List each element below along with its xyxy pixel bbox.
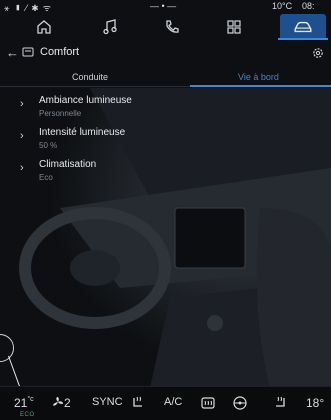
tab-vie-a-bord[interactable]: Vie à bord (238, 72, 279, 82)
page-header: ← Comfort (0, 42, 331, 64)
tab-active-indicator (190, 85, 331, 87)
list-item-title: Climatisation (39, 159, 97, 170)
nav-music[interactable] (94, 14, 126, 40)
eco-indicator: ECO (20, 412, 35, 418)
back-button[interactable]: ← (6, 45, 19, 60)
list-item-title: Ambiance lumineuse (39, 95, 132, 106)
nav-phone[interactable] (156, 14, 188, 40)
home-icon (37, 20, 51, 34)
nav-car[interactable] (280, 14, 326, 40)
chevron-right-icon: › (20, 162, 24, 174)
car-icon (294, 21, 312, 33)
list-item-value: Eco (39, 173, 53, 182)
status-center-indicator: — • — (150, 1, 177, 11)
music-icon (103, 19, 117, 35)
seat-icon (22, 47, 34, 57)
list-item-title: Intensité lumineuse (39, 127, 126, 138)
nav-active-indicator (278, 38, 328, 40)
rear-defrost-icon[interactable] (200, 395, 216, 411)
driver-temperature-unit: °c (27, 396, 34, 403)
driver-temperature[interactable]: 21°c (14, 396, 34, 410)
list-item-intensite[interactable]: › Intensité lumineuse 50 % (0, 124, 200, 156)
driver-temperature-value: 21 (14, 396, 28, 410)
top-navigation (0, 14, 331, 40)
apps-icon (227, 20, 241, 34)
chevron-right-icon: › (20, 98, 24, 110)
seat-heater-icon[interactable] (130, 395, 146, 411)
tab-conduite[interactable]: Conduite (72, 72, 108, 82)
nav-apps[interactable] (218, 14, 250, 40)
clock: 08: (302, 1, 315, 11)
chevron-right-icon: › (20, 130, 24, 142)
passenger-temperature[interactable]: 18° (306, 396, 324, 410)
list-item-value: Personnelle (39, 109, 82, 118)
gear-icon[interactable] (312, 47, 324, 59)
list-item-value: 50 % (39, 141, 58, 150)
status-icons: ⚹ ▮ ⁄ ✱ ᯤ (4, 3, 53, 13)
screen: ⚹ ▮ ⁄ ✱ ᯤ — • — 10°C 08: ← Comfort Condu… (0, 0, 331, 420)
list-item-climatisation[interactable]: › Climatisation Eco (0, 156, 200, 188)
nav-home[interactable] (28, 14, 60, 40)
climate-bar: 21°c ECO 2 SYNC A/C 18° (0, 386, 331, 420)
fan-speed-control[interactable]: 2 (52, 396, 71, 410)
status-bar: ⚹ ▮ ⁄ ✱ ᯤ — • — 10°C 08: (0, 0, 331, 14)
ac-button[interactable]: A/C (164, 396, 182, 408)
list-item-ambiance[interactable]: › Ambiance lumineuse Personnelle (0, 92, 200, 124)
phone-icon (166, 20, 179, 33)
fan-icon (52, 396, 64, 406)
page-title: Comfort (40, 46, 80, 58)
fan-speed-value: 2 (64, 396, 71, 410)
steering-heater-icon[interactable] (232, 395, 248, 411)
outside-temperature: 10°C (272, 1, 293, 11)
passenger-seat-heater-icon[interactable] (272, 395, 288, 411)
sync-button[interactable]: SYNC (92, 396, 123, 408)
